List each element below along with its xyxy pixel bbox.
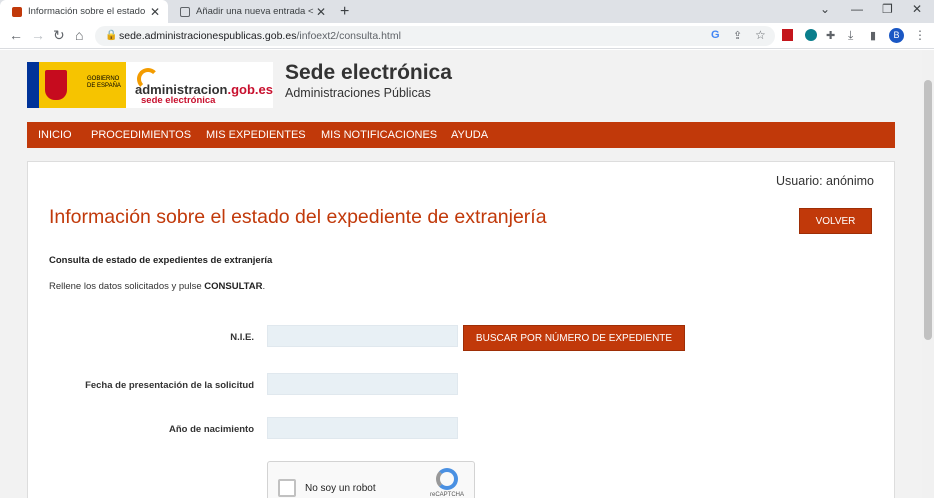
lock-icon[interactable]: 🔒	[105, 30, 117, 41]
header-logos[interactable]: GOBIERNO DE ESPAÑA administracion.gob.es…	[27, 62, 273, 108]
section-heading: Consulta de estado de expedientes de ext…	[49, 255, 273, 266]
anio-input[interactable]	[267, 417, 458, 439]
gobierno-espana-logo: GOBIERNO DE ESPAÑA	[27, 62, 126, 108]
gobierno-text: GOBIERNO DE ESPAÑA	[87, 76, 121, 89]
main-menu: INICIO PROCEDIMIENTOS MIS EXPEDIENTES MI…	[27, 122, 895, 148]
nie-label: N.I.E.	[230, 332, 254, 343]
tab-search-icon[interactable]: ⌄	[820, 2, 830, 16]
close-window-icon[interactable]: ✕	[912, 2, 922, 16]
scrollbar-thumb[interactable]	[924, 80, 932, 340]
administracion-gob-logo: administracion.gob.es sede electrónica	[131, 62, 273, 108]
recaptcha-widget: No soy un robot reCAPTCHA	[267, 461, 475, 498]
tab-title: Información sobre el estado del exp	[28, 6, 148, 17]
recaptcha-label: No soy un robot	[305, 483, 376, 494]
wordpress-favicon-icon	[180, 6, 190, 17]
tab-title: Añadir una nueva entrada < Abo	[196, 6, 314, 17]
home-icon[interactable]: ⌂	[75, 27, 83, 43]
volver-button[interactable]: VOLVER	[799, 208, 872, 234]
address-bar[interactable]: 🔒 sede.administracionespublicas.gob.es/i…	[95, 26, 775, 46]
user-status: Usuario: anónimo	[776, 174, 874, 188]
forward-icon[interactable]: →	[31, 27, 45, 43]
site-subtitle: Administraciones Públicas	[285, 86, 431, 100]
share-icon[interactable]: ⇪	[733, 29, 742, 42]
extensions-puzzle-icon[interactable]: ✚	[826, 29, 835, 42]
fecha-label: Fecha de presentación de la solicitud	[85, 380, 254, 391]
eu-flag-icon	[27, 62, 39, 108]
menu-mis-notificaciones[interactable]: MIS NOTIFICACIONES	[321, 129, 437, 141]
buscar-expediente-button[interactable]: BUSCAR POR NÚMERO DE EXPEDIENTE	[463, 325, 685, 351]
site-title: Sede electrónica	[285, 61, 452, 84]
menu-ayuda[interactable]: AYUDA	[451, 129, 488, 141]
nie-input[interactable]	[267, 325, 458, 347]
side-panel-icon[interactable]: ▮	[870, 29, 876, 42]
tab-anadir-entrada[interactable]: Añadir una nueva entrada < Abo ✕	[168, 0, 334, 23]
browser-tab-bar: Información sobre el estado del exp ✕ Añ…	[0, 0, 934, 23]
url-text: sede.administracionespublicas.gob.es/inf…	[119, 30, 401, 42]
page-viewport: GOBIERNO DE ESPAÑA administracion.gob.es…	[0, 50, 922, 498]
new-tab-icon[interactable]: +	[340, 3, 349, 21]
back-icon[interactable]: ←	[9, 27, 23, 43]
anio-label: Año de nacimiento	[169, 424, 254, 435]
pdf-extension-icon[interactable]	[782, 29, 793, 41]
menu-kebab-icon[interactable]: ⋮	[914, 28, 926, 42]
reload-icon[interactable]: ↻	[53, 27, 65, 44]
minimize-icon[interactable]: —	[851, 2, 863, 16]
recaptcha-brand: reCAPTCHA	[430, 492, 465, 498]
close-tab-icon[interactable]: ✕	[314, 5, 328, 19]
menu-inicio[interactable]: INICIO	[38, 129, 72, 141]
menu-mis-expedientes[interactable]: MIS EXPEDIENTES	[206, 129, 306, 141]
profile-avatar[interactable]: B	[889, 28, 904, 43]
bookmark-star-icon[interactable]: ☆	[755, 28, 766, 42]
google-icon[interactable]: G	[711, 29, 720, 41]
extension-round-icon[interactable]	[805, 29, 817, 41]
download-icon[interactable]: ⤓	[848, 28, 853, 43]
recaptcha-checkbox[interactable]	[278, 479, 296, 497]
fecha-input[interactable]	[267, 373, 458, 395]
browser-toolbar: ← → ↻ ⌂ 🔒 sede.administracionespublicas.…	[0, 23, 934, 49]
page-title: Información sobre el estado del expedien…	[49, 206, 547, 228]
instructions: Rellene los datos solicitados y pulse CO…	[49, 281, 266, 292]
close-tab-icon[interactable]: ✕	[148, 5, 162, 19]
menu-procedimientos[interactable]: PROCEDIMIENTOS	[91, 129, 191, 141]
site-favicon-icon	[12, 6, 22, 17]
restore-icon[interactable]: ❐	[882, 2, 893, 16]
content-panel: Usuario: anónimo Información sobre el es…	[27, 161, 895, 498]
tab-informacion[interactable]: Información sobre el estado del exp ✕	[0, 0, 168, 23]
coat-of-arms-icon	[45, 70, 67, 100]
recaptcha-logo-icon	[436, 468, 458, 490]
adm-sub: sede electrónica	[141, 95, 216, 106]
